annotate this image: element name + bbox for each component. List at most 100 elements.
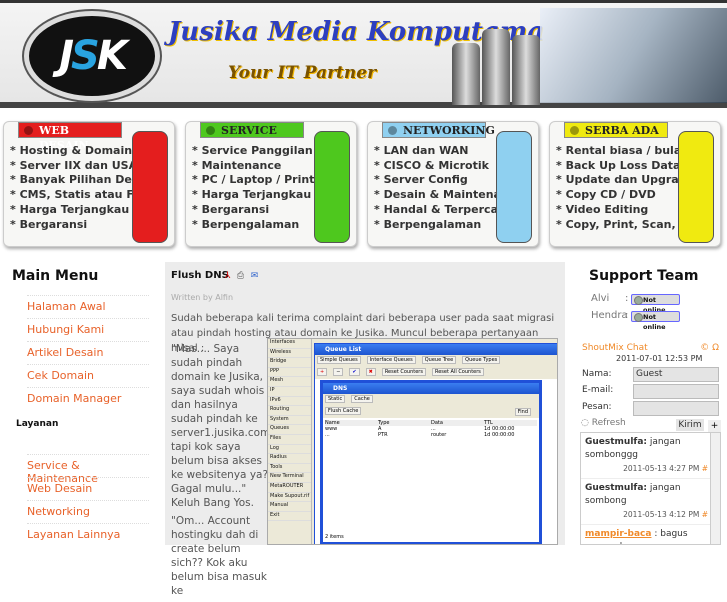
winbox-screenshot: Interfaces Wireless Bridge PPP Mesh IP IPv6 Rou… — [267, 338, 558, 545]
article-quote: "Mas.... Saya sudah pindah domain ke Jus… — [171, 342, 274, 602]
menu-item[interactable]: Layanan Lainnya — [27, 523, 149, 541]
dns-cell: PTR — [378, 432, 388, 438]
chat-user[interactable]: Guestmulfa: — [585, 483, 647, 493]
menu-item[interactable]: Domain Manager — [27, 387, 149, 405]
pdf-icon[interactable]: ⅄ — [222, 271, 233, 282]
menu-item[interactable]: Artikel Desain — [27, 341, 149, 359]
banner-title: NETWORKING — [382, 122, 495, 138]
dns-status: 2 items — [325, 534, 344, 540]
winbox-menu-item: New Terminal — [268, 473, 311, 483]
banner-item: PC / Laptop / Printer — [192, 173, 328, 188]
agent-status-button[interactable]: Not online — [631, 294, 680, 314]
chat-user[interactable]: Guestmulfa: — [585, 437, 647, 447]
chat-timestamp: 2011-05-13 4:12 PM — [623, 510, 700, 519]
winbox-menu-item: Bridge — [268, 358, 311, 368]
queue-button: Reset All Counters — [431, 368, 484, 376]
banner-networking[interactable]: NETWORKINGLAN dan WANCISCO & MicrotikSer… — [367, 121, 539, 247]
logo[interactable]: JSK — [24, 11, 160, 101]
dns-row: ... PTR router 1d 00:00:00 — [325, 432, 537, 438]
support-title: Support Team — [589, 268, 699, 284]
banner-web-desain[interactable]: WEB DESAINHosting & DomainServer IIX dan… — [3, 121, 175, 247]
permalink-icon[interactable]: # — [699, 510, 708, 519]
banner-service[interactable]: SERVICE Service PanggilanMaintenancePC / … — [185, 121, 357, 247]
chat-title[interactable]: ShoutMix Chat — [582, 343, 648, 353]
chat-message: Guestmulfa: jangan sombong 2011-05-13 4:1… — [581, 479, 720, 525]
chat-time: 2011-07-01 12:53 PM — [616, 354, 703, 363]
message-input[interactable] — [633, 401, 719, 416]
section-title: Layanan — [16, 419, 59, 429]
message-label: Pesan: — [582, 402, 612, 412]
chat-icons[interactable]: © Ω — [700, 343, 719, 353]
banner-serba-ada[interactable]: SERBA ADARental biasa / bulananBack Up L… — [549, 121, 721, 247]
chat-messages: Guestmulfa: jangan sombonggg 2011-05-13 4… — [580, 432, 721, 545]
queue-tab: Queue Tree — [421, 356, 457, 364]
refresh-button[interactable]: ◌ Refresh — [581, 418, 626, 428]
winbox-menu-item: Radius — [268, 454, 311, 464]
menu-item[interactable]: Hubungi Kami — [27, 318, 149, 336]
decorative-pill — [678, 131, 714, 243]
agent-status-button[interactable]: Not online — [631, 311, 680, 331]
refresh-icon: ◌ — [581, 418, 592, 428]
dns-tab: Cache — [351, 395, 373, 403]
article-author: Written by Alfin — [171, 293, 234, 302]
winbox-menu-item: Files — [268, 435, 311, 445]
dns-cell: 1d 00:00:00 — [484, 432, 515, 438]
banner-item: Maintenance — [192, 159, 327, 174]
article-title[interactable]: Flush DNS — [171, 270, 229, 281]
winbox-menu-item: Exit — [268, 512, 311, 522]
permalink-icon[interactable]: # — [699, 464, 708, 473]
name-input[interactable]: Guest — [633, 367, 719, 382]
dns-tab: Static — [325, 395, 346, 403]
banner-item: Berpengalaman — [192, 218, 327, 233]
decorative-pill — [132, 131, 168, 243]
find-field: Find — [514, 408, 531, 416]
chat-message: Guestmulfa: jangan sombonggg 2011-05-13 4… — [581, 433, 720, 479]
right-sidebar: Support Team Alvi : Not online Hendra : … — [565, 262, 727, 545]
queue-tab: Simple Queues — [317, 356, 361, 364]
winbox-menu-item: IP — [268, 387, 311, 397]
email-label: E-mail: — [582, 385, 614, 395]
queue-tab: Queue Types — [462, 356, 501, 364]
menu-item[interactable]: Web Desain — [27, 477, 149, 495]
chat-timestamp: 2011-05-13 4:27 PM — [623, 464, 700, 473]
agent-name: Alvi — [591, 293, 610, 304]
dns-cell: router — [431, 432, 447, 438]
winbox-menu-item: Log — [268, 445, 311, 455]
chat-message: mampir-baca : bagus mas web nya..2011-04… — [581, 525, 720, 544]
separator: : — [625, 293, 629, 304]
winbox-menu-item: MetaROUTER — [268, 483, 311, 493]
email-icon[interactable]: ✉ — [249, 271, 260, 282]
print-icon[interactable]: ⎙ — [235, 271, 246, 282]
quote-2: "Om... Account hostingku dah di create b… — [171, 515, 267, 597]
tagline: Your IT Partner — [228, 63, 377, 83]
banner-list: Service PanggilanMaintenancePC / Laptop … — [192, 144, 328, 233]
agent-name: Hendra — [591, 310, 628, 321]
banner-item: Service Panggilan — [192, 144, 327, 159]
chat-user[interactable]: mampir-baca — [585, 529, 651, 539]
winbox-menu-item: Mesh — [268, 377, 311, 387]
scrollbar[interactable] — [710, 433, 720, 544]
menu-item[interactable]: Networking — [27, 500, 149, 518]
chat-time: 2011-05-13 4:27 PM # — [585, 462, 708, 475]
menu-item[interactable]: Halaman Awal — [27, 295, 149, 313]
name-label: Nama: — [582, 369, 612, 379]
quote-1: "Mas.... Saya sudah pindah domain ke Jus… — [171, 343, 274, 509]
winbox-menu-item: Manual — [268, 502, 311, 512]
servers-image — [452, 25, 542, 105]
banner-title: SERBA ADA — [564, 122, 668, 138]
expand-button[interactable]: + — [708, 420, 721, 432]
decorative-pill — [314, 131, 350, 243]
article: Flush DNS ⅄ ⎙ ✉ Written by Alfin Sudah b… — [165, 262, 565, 597]
winbox-menu-item: Make Supout.rif — [268, 493, 311, 503]
site-header: JSK Jusika Media Komputama Your IT Partn… — [0, 0, 727, 108]
refresh-label: Refresh — [591, 418, 626, 428]
banner-item: Harga Terjangkau — [192, 188, 327, 203]
winbox-menu-item: Tools — [268, 464, 311, 474]
email-input[interactable] — [633, 384, 719, 399]
winbox-menu-item: Queues — [268, 425, 311, 435]
dns-cell: ... — [325, 432, 330, 438]
decorative-pill — [496, 131, 532, 243]
send-button[interactable]: Kirim — [676, 419, 704, 431]
menu-item[interactable]: Cek Domain — [27, 364, 149, 382]
banner-title: WEB DESAIN — [18, 122, 122, 152]
